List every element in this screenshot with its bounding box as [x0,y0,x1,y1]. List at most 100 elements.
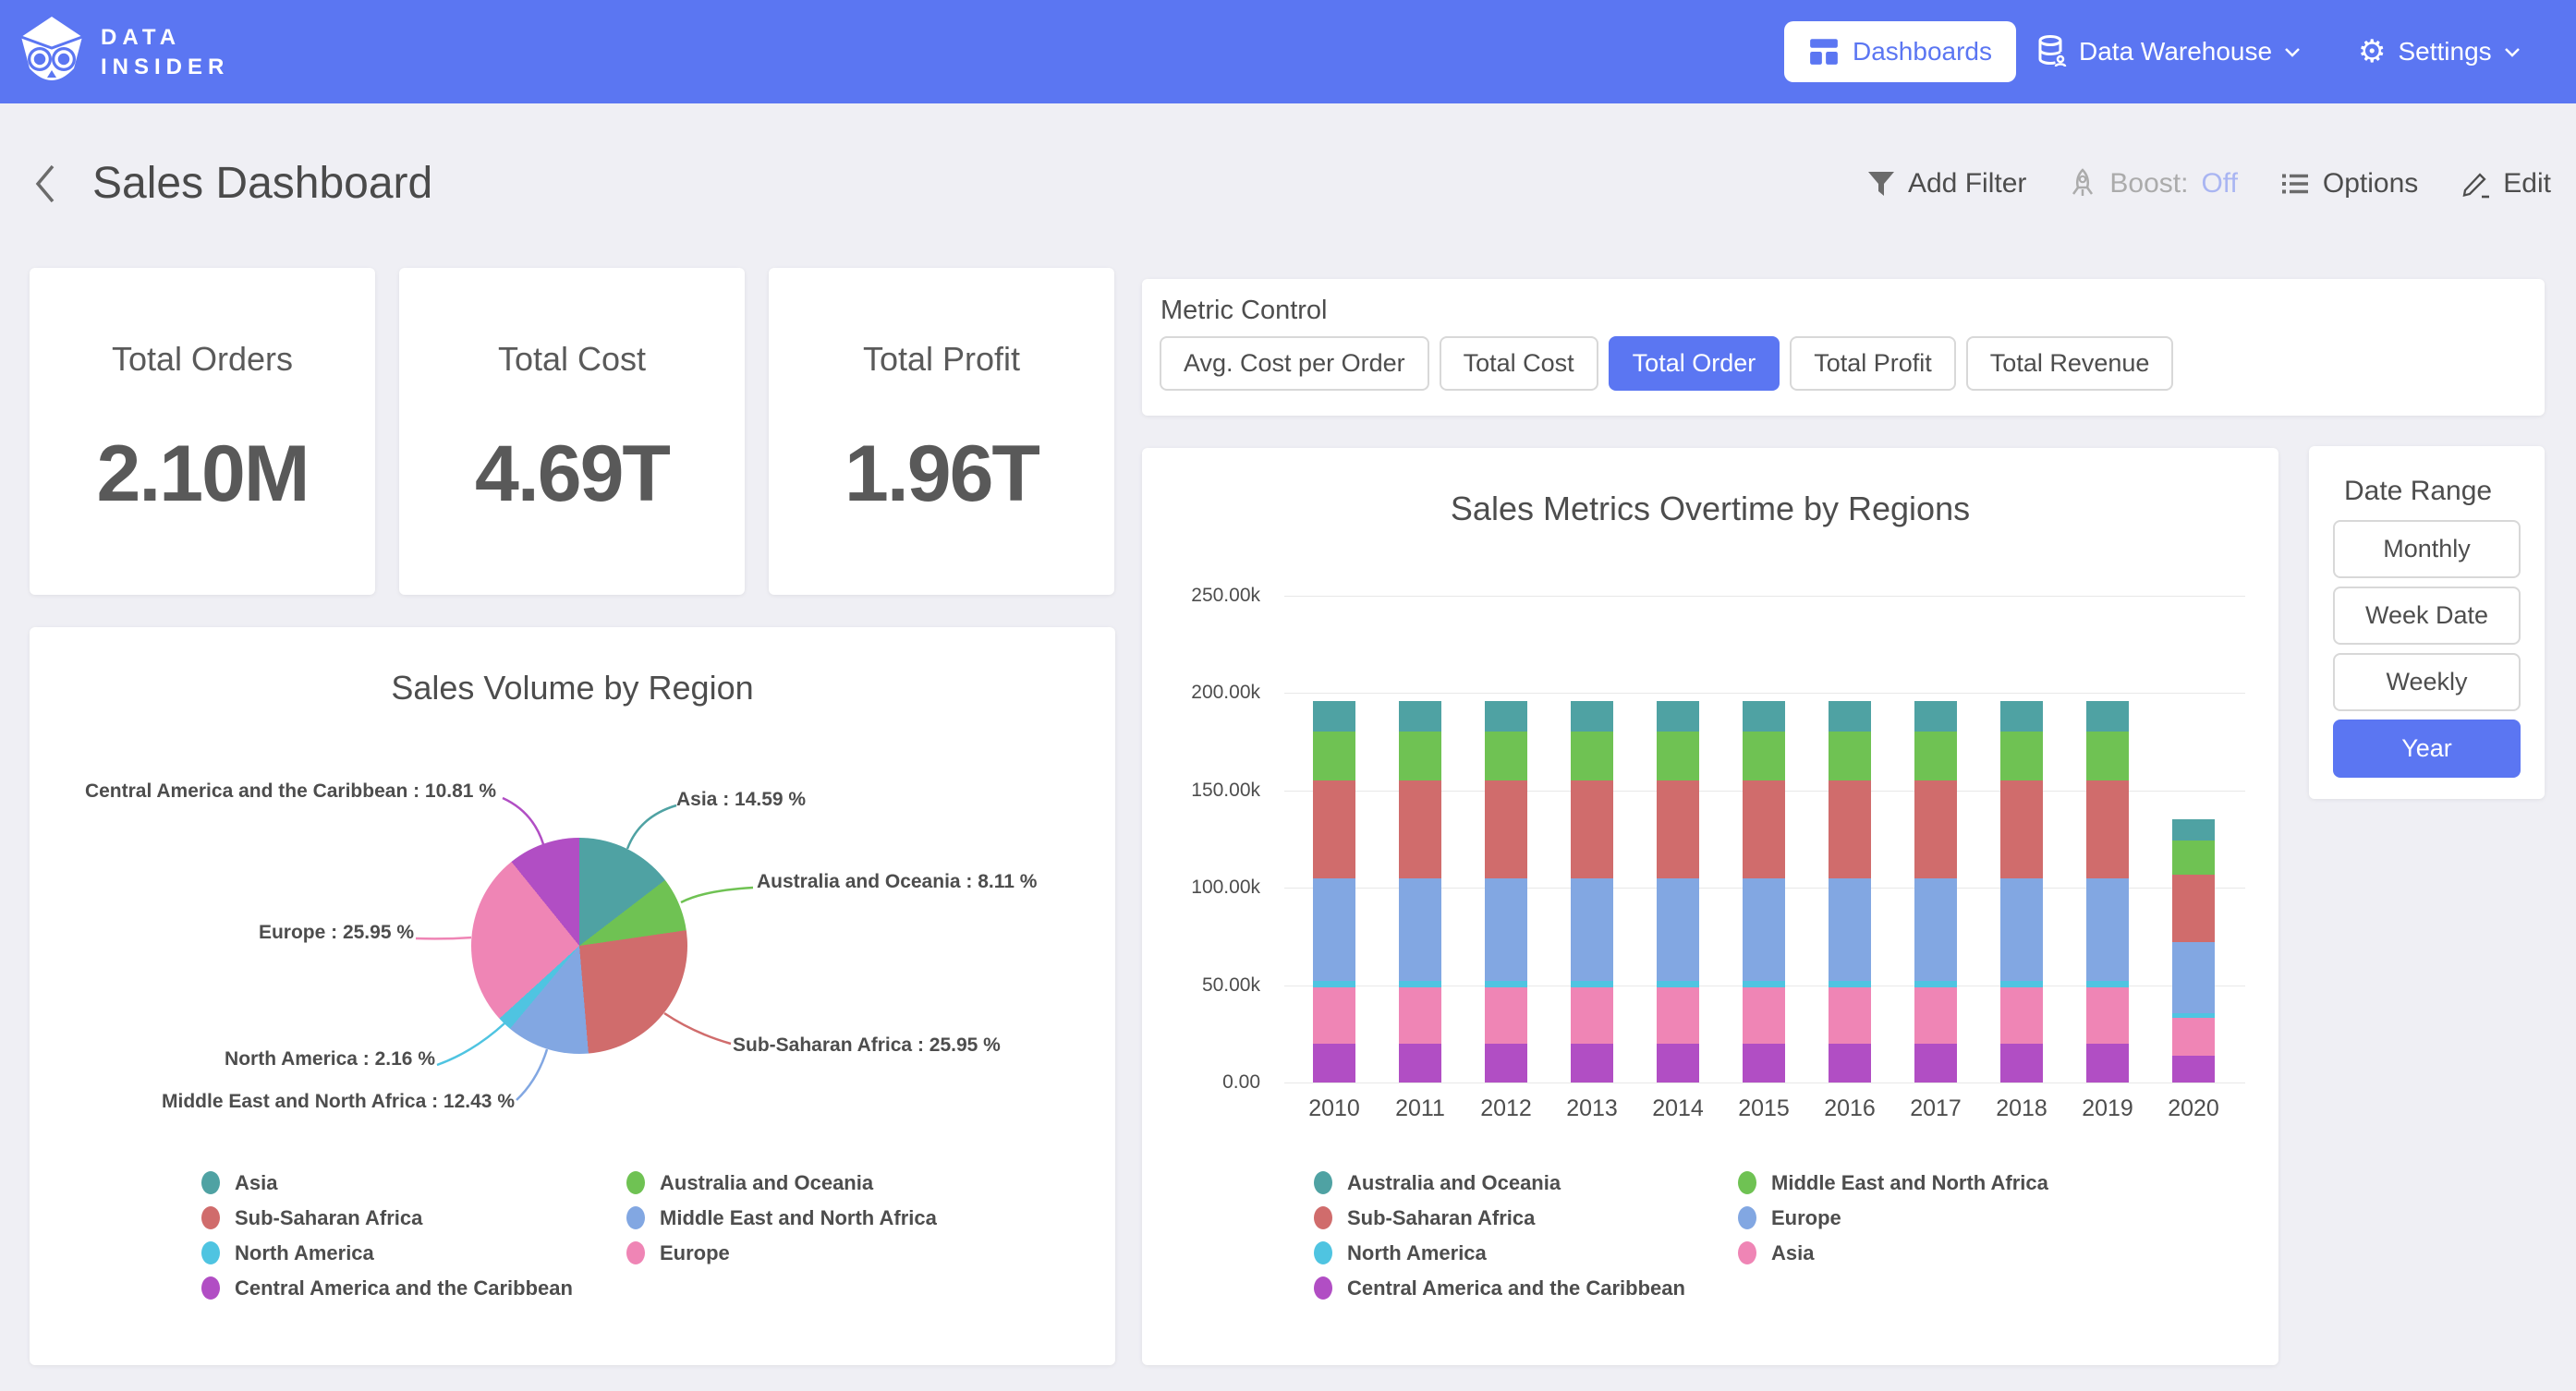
bar-2020[interactable] [2172,819,2215,1083]
legend-item[interactable]: Central America and the Caribbean [201,1276,573,1300]
bar-segment[interactable] [1914,1044,1957,1083]
bar-segment[interactable] [1485,732,1527,780]
legend-item[interactable]: North America [201,1241,573,1264]
date-range-button-week-date[interactable]: Week Date [2333,587,2521,645]
bar-segment[interactable] [1399,987,1441,1044]
legend-item[interactable]: Asia [201,1171,573,1194]
nav-data-warehouse-button[interactable]: Data Warehouse [2037,0,2301,103]
bar-segment[interactable] [1571,1044,1613,1083]
legend-item[interactable]: Middle East and North Africa [1738,1171,2048,1194]
boost-toggle[interactable]: Boost: Off [2069,168,2238,200]
edit-button[interactable]: Edit [2461,168,2551,200]
legend-item[interactable]: Europe [626,1241,937,1264]
bar-segment[interactable] [1657,987,1699,1044]
metric-button-total-order[interactable]: Total Order [1609,336,1780,391]
bar-segment[interactable] [1914,701,1957,732]
bar-segment[interactable] [1657,878,1699,982]
legend-item[interactable]: Sub-Saharan Africa [1314,1206,1685,1229]
nav-settings-button[interactable]: ⚙ Settings [2358,0,2521,103]
bar-segment[interactable] [1313,1044,1355,1083]
bar-segment[interactable] [1829,732,1871,780]
bar-segment[interactable] [1399,1044,1441,1083]
bar-segment[interactable] [1571,701,1613,732]
bar-segment[interactable] [2172,819,2215,841]
bar-segment[interactable] [1313,701,1355,732]
bar-segment[interactable] [1485,1044,1527,1083]
bar-segment[interactable] [1829,987,1871,1044]
legend-item[interactable]: Australia and Oceania [1314,1171,1685,1194]
legend-item[interactable]: Central America and the Caribbean [1314,1276,1685,1300]
bar-segment[interactable] [1657,1044,1699,1083]
legend-item[interactable]: Sub-Saharan Africa [201,1206,573,1229]
bar-segment[interactable] [1743,780,1785,877]
date-range-button-monthly[interactable]: Monthly [2333,520,2521,578]
bar-2014[interactable] [1657,701,1699,1083]
bar-2019[interactable] [2086,701,2129,1083]
bar-segment[interactable] [2000,1044,2043,1083]
bar-2017[interactable] [1914,701,1957,1083]
bar-segment[interactable] [1571,780,1613,877]
bar-segment[interactable] [1313,987,1355,1044]
bar-segment[interactable] [1399,780,1441,877]
bar-segment[interactable] [2172,942,2215,1013]
bar-segment[interactable] [1829,701,1871,732]
bar-segment[interactable] [2086,732,2129,780]
legend-item[interactable]: North America [1314,1241,1685,1264]
bar-segment[interactable] [2000,780,2043,877]
bar-segment[interactable] [1657,780,1699,877]
bar-segment[interactable] [1743,1044,1785,1083]
add-filter-button[interactable]: Add Filter [1867,168,2026,200]
bar-2018[interactable] [2000,701,2043,1083]
bar-segment[interactable] [2000,987,2043,1044]
bar-segment[interactable] [2172,841,2215,875]
legend-item[interactable]: Australia and Oceania [626,1171,937,1194]
bar-segment[interactable] [2086,701,2129,732]
bar-2010[interactable] [1313,701,1355,1083]
bar-segment[interactable] [2000,701,2043,732]
bar-2015[interactable] [1743,701,1785,1083]
bar-segment[interactable] [1743,701,1785,732]
bar-segment[interactable] [1485,878,1527,982]
bar-segment[interactable] [2172,875,2215,942]
back-chevron-icon[interactable] [33,162,57,206]
bar-segment[interactable] [2086,987,2129,1044]
bar-segment[interactable] [1313,780,1355,877]
bar-2012[interactable] [1485,701,1527,1083]
bar-2016[interactable] [1829,701,1871,1083]
bar-segment[interactable] [2086,1044,2129,1083]
bar-segment[interactable] [1657,701,1699,732]
metric-button-total-cost[interactable]: Total Cost [1440,336,1598,391]
bar-segment[interactable] [1829,780,1871,877]
bar-segment[interactable] [1571,732,1613,780]
bar-2013[interactable] [1571,701,1613,1083]
bar-segment[interactable] [1914,987,1957,1044]
bar-segment[interactable] [1571,987,1613,1044]
date-range-button-year[interactable]: Year [2333,720,2521,778]
bar-segment[interactable] [1743,878,1785,982]
bar-segment[interactable] [1743,732,1785,780]
bar-segment[interactable] [1485,701,1527,732]
bar-segment[interactable] [2172,1056,2215,1083]
bar-segment[interactable] [1571,878,1613,982]
bar-2011[interactable] [1399,701,1441,1083]
bar-segment[interactable] [2000,732,2043,780]
options-button[interactable]: Options [2280,168,2418,200]
bar-segment[interactable] [1485,780,1527,877]
metric-button-total-revenue[interactable]: Total Revenue [1966,336,2174,391]
bar-segment[interactable] [1657,732,1699,780]
legend-item[interactable]: Europe [1738,1206,2048,1229]
nav-dashboards-button[interactable]: Dashboards [1784,21,2016,82]
bar-segment[interactable] [2000,878,2043,982]
bar-segment[interactable] [1914,878,1957,982]
metric-button-total-profit[interactable]: Total Profit [1790,336,1956,391]
metric-button-avg-cost-per-order[interactable]: Avg. Cost per Order [1160,336,1429,391]
pie-circle[interactable] [471,838,687,1054]
bar-segment[interactable] [1399,732,1441,780]
bar-segment[interactable] [1914,780,1957,877]
bar-segment[interactable] [1485,987,1527,1044]
bar-segment[interactable] [1829,1044,1871,1083]
legend-item[interactable]: Middle East and North Africa [626,1206,937,1229]
bar-segment[interactable] [1914,732,1957,780]
legend-item[interactable]: Asia [1738,1241,2048,1264]
bar-segment[interactable] [1399,701,1441,732]
